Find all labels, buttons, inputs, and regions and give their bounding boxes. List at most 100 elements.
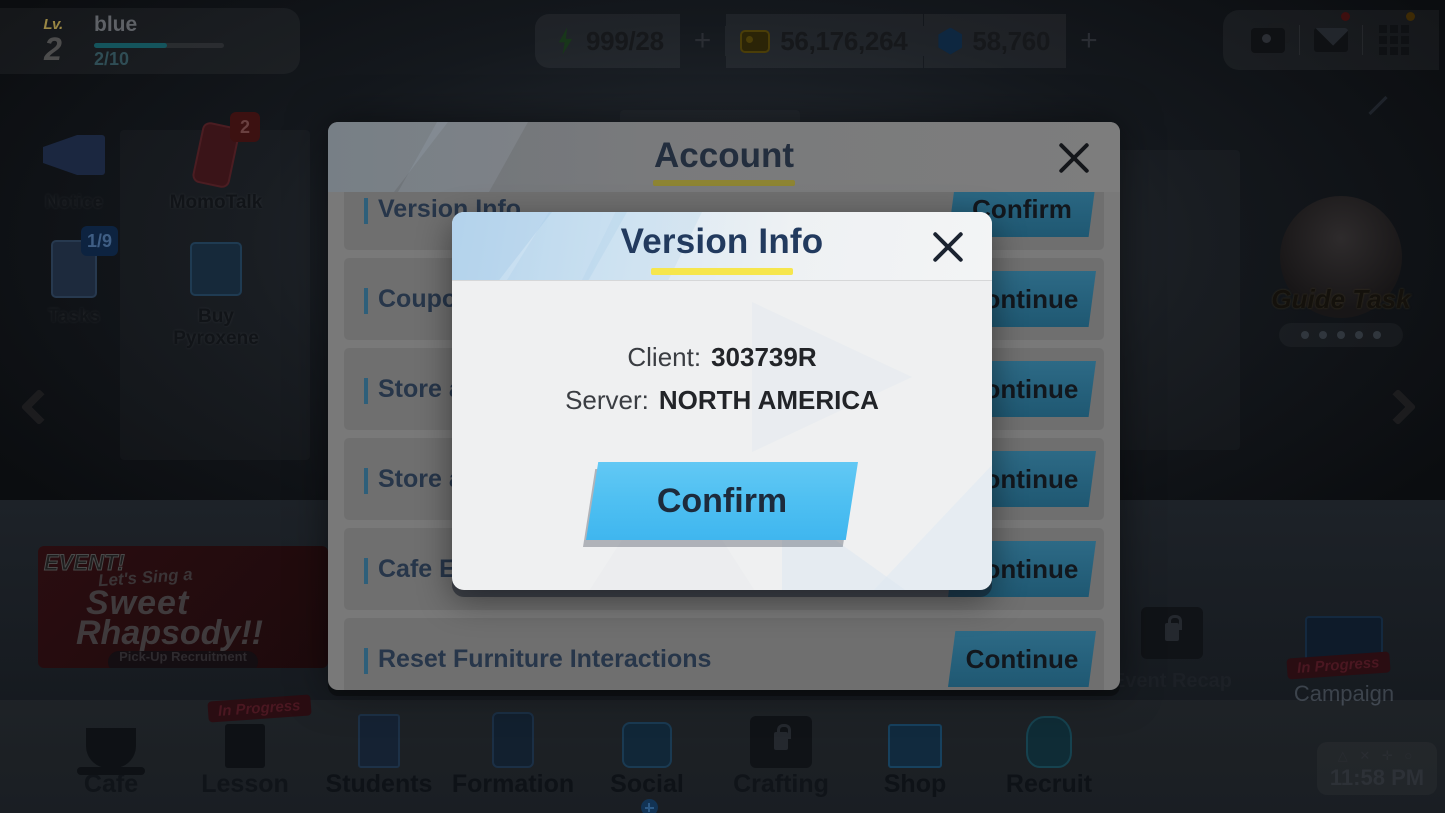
side-menu-label: MomoTalk xyxy=(169,192,263,213)
menu-badge-dot xyxy=(1406,12,1415,21)
ap-plus-button[interactable]: + xyxy=(680,26,726,56)
social-plus-icon xyxy=(640,799,658,813)
store-icon xyxy=(848,708,982,770)
nav-item-crafting[interactable]: Crafting xyxy=(714,700,848,799)
confirm-button[interactable]: Confirm xyxy=(586,462,858,540)
credits-coin-icon xyxy=(740,29,771,53)
nav-item-shop[interactable]: Shop xyxy=(848,700,982,799)
version-info-modal: Version Info Client: 303739R Server: NOR… xyxy=(452,212,992,590)
account-row-label: Store a xyxy=(364,375,463,404)
xp-text: 2/10 xyxy=(94,48,130,69)
version-modal-title: Version Info xyxy=(620,222,824,261)
document-icon xyxy=(312,708,446,770)
menu-grid-icon xyxy=(1379,25,1409,55)
nav-item-social[interactable]: Social xyxy=(580,700,714,813)
nav-item-students[interactable]: Students xyxy=(312,700,446,799)
credits-value: 56,176,264 xyxy=(780,25,908,56)
event-banner[interactable]: EVENT! Let's Sing a Sweet Rhapsody!! Pic… xyxy=(38,546,328,668)
client-label: Client: xyxy=(627,342,702,372)
menu-grid-button[interactable] xyxy=(1363,10,1425,70)
clock-time: 11:58 PM xyxy=(1329,765,1425,790)
server-value: NORTH AMERICA xyxy=(658,385,879,415)
prev-arrow-icon[interactable] xyxy=(14,380,70,436)
account-dialog-header: Account xyxy=(328,122,1120,192)
side-menu-item-tasks[interactable]: Tasks 1/9 xyxy=(24,226,124,350)
side-menu-item-buy-pyroxene[interactable]: Buy Pyroxene xyxy=(166,232,266,350)
account-dialog-title: Account xyxy=(654,136,794,175)
tablet-icon xyxy=(446,708,580,770)
guide-task-progress-dots xyxy=(1279,323,1403,347)
student-head-icon xyxy=(982,708,1116,770)
chat-icon xyxy=(580,708,714,770)
version-title-underline xyxy=(651,268,793,275)
megaphone-icon xyxy=(24,118,124,192)
ap-value: 999/28 xyxy=(586,25,664,56)
ap-icon xyxy=(558,27,573,55)
level-label: Lv. xyxy=(43,16,63,33)
side-menu-label: Buy Pyroxene xyxy=(173,306,259,349)
side-menu-row: Notice MomoTalk 2 xyxy=(24,112,284,214)
side-menu-label: Notice xyxy=(44,192,104,213)
guide-task-widget[interactable]: Guide Task xyxy=(1251,196,1431,347)
nav-item-recruit[interactable]: Recruit xyxy=(982,700,1116,799)
currency-ap[interactable]: 999/28 xyxy=(535,14,680,68)
version-modal-body: Client: 303739R Server: NORTH AMERICA xyxy=(452,280,992,416)
shopping-bag-icon xyxy=(166,232,266,306)
client-info-line: Client: 303739R xyxy=(452,342,992,373)
box-lock-icon xyxy=(714,708,848,770)
currency-strip: 999/28 + 56,176,264 58,760 + xyxy=(535,14,1112,68)
version-close-icon[interactable] xyxy=(926,225,970,269)
mail-badge-dot xyxy=(1341,12,1350,21)
level-number: 2 xyxy=(44,31,62,67)
nav-label: Lesson xyxy=(201,770,289,798)
bottom-nav: Cafe In Progress Lesson Students Formati… xyxy=(0,694,1445,813)
side-menu-label: Tasks xyxy=(47,306,101,327)
mail-button[interactable] xyxy=(1300,10,1362,70)
confirm-button-wrap: Confirm xyxy=(452,462,992,540)
player-info[interactable]: Lv. 2 blue 2/10 xyxy=(0,8,300,74)
expand-icon[interactable] xyxy=(1361,88,1395,122)
pyroxene-value: 58,760 xyxy=(972,25,1051,56)
side-tile-campaign[interactable]: In Progress Campaign xyxy=(1269,607,1419,707)
side-menu-item-momotalk[interactable]: MomoTalk 2 xyxy=(166,112,266,214)
player-name-block: blue 2/10 xyxy=(94,13,224,70)
server-info-line: Server: NORTH AMERICA xyxy=(452,385,992,416)
xp-fill xyxy=(94,42,167,48)
nav-label: Students xyxy=(325,770,433,798)
account-row-button[interactable]: Continue xyxy=(948,631,1096,687)
version-modal-header: Version Info xyxy=(452,212,992,280)
currency-credits[interactable]: 56,176,264 xyxy=(726,14,924,68)
top-right-icons xyxy=(1223,10,1439,70)
momotalk-badge: 2 xyxy=(230,112,260,142)
side-menu-item-notice[interactable]: Notice xyxy=(24,118,124,214)
side-menu: Notice MomoTalk 2 Tasks 1/9 Buy Pyroxene xyxy=(24,112,284,368)
player-name: blue xyxy=(94,12,138,36)
cup-lock-icon xyxy=(44,708,178,775)
currency-pyroxene[interactable]: 58,760 xyxy=(924,14,1067,68)
profile-card-button[interactable] xyxy=(1237,10,1299,70)
nav-item-cafe[interactable]: Cafe xyxy=(44,700,178,799)
nav-label: Shop xyxy=(883,770,947,798)
account-row: Reset Furniture Interactions Continue xyxy=(344,618,1104,690)
player-level: Lv. 2 xyxy=(26,17,80,65)
server-label: Server: xyxy=(565,385,649,415)
nav-item-lesson[interactable]: In Progress Lesson xyxy=(178,694,312,799)
event-pickup-label: Pick-Up Recruitment xyxy=(108,650,258,668)
account-row-label: Reset Furniture Interactions xyxy=(364,645,711,674)
playstation-symbols: △ ✕ ✛ ○ xyxy=(1337,748,1417,763)
clock-widget: △ ✕ ✛ ○ 11:58 PM xyxy=(1317,742,1437,795)
nav-label: Crafting xyxy=(733,770,829,798)
nav-item-formation[interactable]: Formation xyxy=(446,700,580,799)
guide-task-title: Guide Task xyxy=(1271,284,1411,314)
account-row-label: Store a xyxy=(364,465,463,494)
event-line-3: Rhapsody!! xyxy=(76,614,263,652)
account-close-icon[interactable] xyxy=(1052,136,1096,180)
next-arrow-icon[interactable] xyxy=(1375,380,1431,436)
top-bar: Lv. 2 blue 2/10 999/28 + 56,176,264 58,7… xyxy=(0,0,1445,82)
nav-label: Social xyxy=(610,770,684,798)
pyroxene-plus-button[interactable]: + xyxy=(1066,26,1112,56)
profile-card-icon xyxy=(1251,22,1290,53)
xp-bar xyxy=(94,42,224,48)
nav-label: Recruit xyxy=(1005,770,1093,798)
side-menu-row: Tasks 1/9 Buy Pyroxene xyxy=(24,226,284,350)
